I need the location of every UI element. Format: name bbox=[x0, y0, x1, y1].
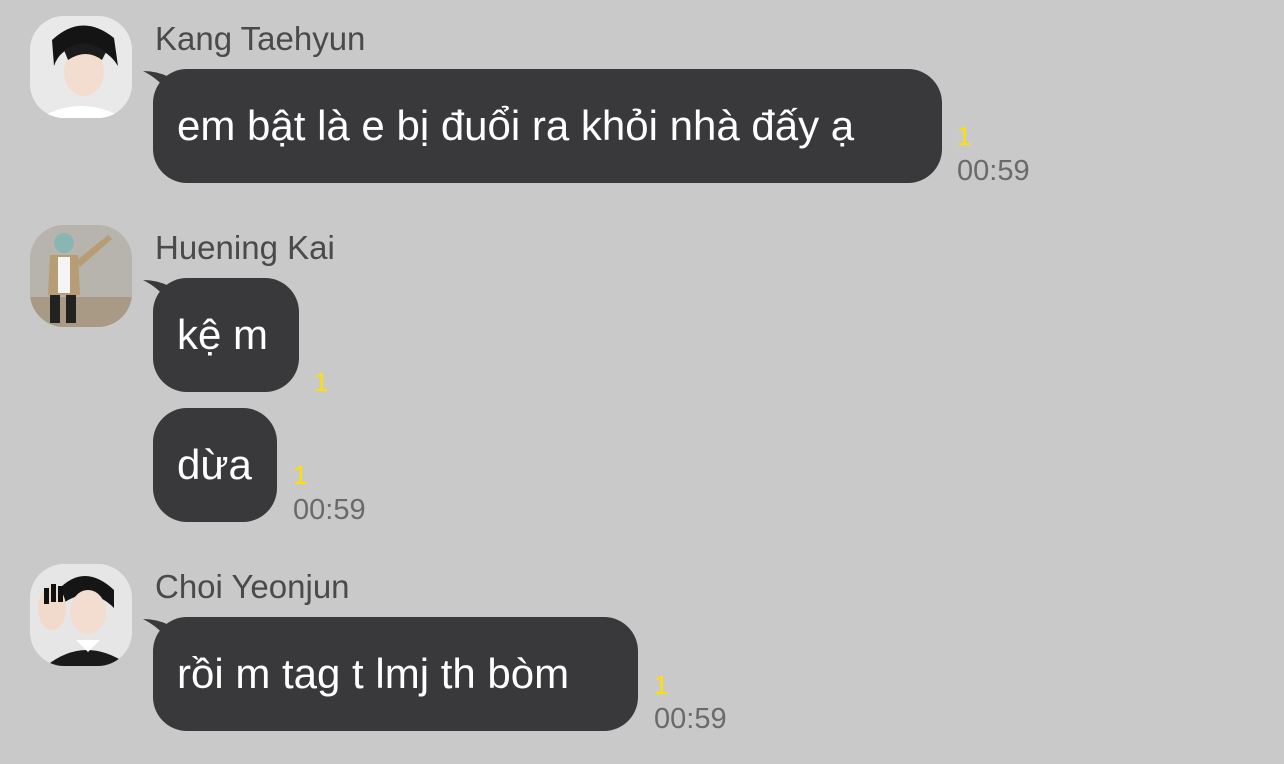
profile-photo-icon bbox=[30, 564, 132, 666]
message-text: kệ m bbox=[177, 311, 269, 358]
message-text: em bật là e bị đuổi ra khỏi nhà đấy ạ bbox=[177, 102, 855, 149]
message-bubble[interactable]: kệ m bbox=[143, 278, 299, 392]
sender-name: Choi Yeonjun bbox=[155, 568, 350, 605]
sender-name: Huening Kai bbox=[155, 229, 335, 266]
avatar[interactable] bbox=[30, 564, 132, 666]
message-time: 00:59 bbox=[957, 155, 1030, 187]
unread-count: 1 bbox=[293, 460, 308, 490]
bubble-tail bbox=[143, 71, 169, 93]
message-time: 00:59 bbox=[293, 494, 366, 526]
avatar[interactable] bbox=[30, 225, 132, 327]
message-time: 00:59 bbox=[654, 703, 727, 735]
message-text: dừa bbox=[177, 441, 252, 488]
message-bubble[interactable]: dừa bbox=[153, 408, 277, 522]
message-bubble[interactable]: em bật là e bị đuổi ra khỏi nhà đấy ạ bbox=[143, 69, 942, 183]
message-bubble[interactable]: rồi m tag t lmj th bòm bbox=[143, 617, 638, 731]
unread-count: 1 bbox=[314, 367, 329, 397]
profile-photo-icon bbox=[30, 225, 132, 327]
bubble-tail bbox=[143, 280, 169, 302]
message-text: rồi m tag t lmj th bòm bbox=[177, 650, 570, 697]
unread-count: 1 bbox=[654, 670, 669, 700]
avatar[interactable] bbox=[30, 16, 132, 118]
sender-name: Kang Taehyun bbox=[155, 20, 366, 57]
bubble-tail bbox=[143, 619, 169, 641]
profile-photo-icon bbox=[30, 16, 132, 118]
unread-count: 1 bbox=[957, 121, 972, 151]
